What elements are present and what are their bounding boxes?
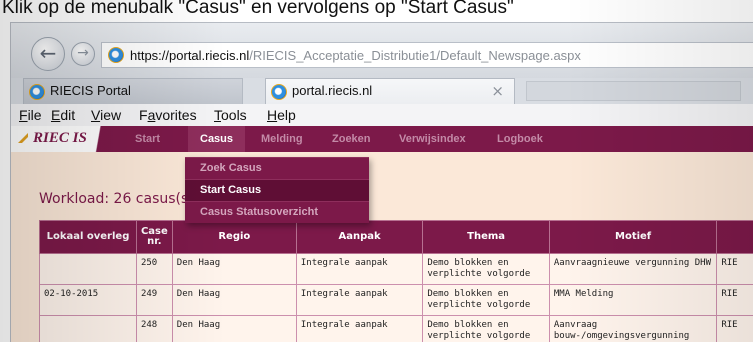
menu-item-start-casus[interactable]: Start Casus	[185, 179, 369, 201]
table-row[interactable]: 248 Den Haag Integrale aanpak Demo blokk…	[39, 315, 753, 342]
logo-text: RIEC IS	[33, 130, 87, 146]
menu-view[interactable]: View	[91, 107, 121, 123]
tab-title: RIECIS Portal	[50, 83, 131, 98]
table-cell: Integrale aanpak	[295, 315, 424, 342]
table-cell	[39, 253, 137, 285]
url-text: https://portal.riecis.nl/RIECIS_Acceptat…	[130, 48, 581, 63]
table-cell: RIE	[716, 315, 753, 342]
table-cell: Den Haag	[171, 284, 297, 316]
table-header-row: Lokaal overleg Case nr. Regio Aanpak The…	[39, 220, 753, 254]
forward-arrow-icon[interactable]: →	[71, 42, 95, 66]
table-cell: Den Haag	[171, 253, 297, 285]
tab-portal-riecis[interactable]: portal.riecis.nl ×	[265, 78, 515, 104]
column-header[interactable]: Thema	[422, 220, 550, 254]
table-cell: Den Haag	[171, 315, 297, 342]
menu-item-zoek-casus[interactable]: Zoek Casus	[185, 157, 369, 179]
app-navigation: RIEC IS Start Casus Melding Zoeken Verwi…	[11, 126, 753, 152]
address-bar[interactable]: https://portal.riecis.nl/RIECIS_Acceptat…	[101, 42, 753, 68]
table-cell: RIE	[716, 253, 753, 285]
tab-title: portal.riecis.nl	[292, 83, 373, 98]
table-cell: 02-10-2015	[39, 284, 137, 316]
table-cell: Demo blokken en verplichte volgorde	[422, 284, 550, 316]
table-cell: Demo blokken en verplichte volgorde	[422, 253, 550, 285]
table-cell: Integrale aanpak	[295, 253, 424, 285]
nav-logboek[interactable]: Logboek	[497, 126, 543, 152]
new-tab-area[interactable]	[526, 81, 741, 101]
case-table: Lokaal overleg Case nr. Regio Aanpak The…	[39, 220, 753, 342]
ie-icon	[29, 84, 45, 100]
back-arrow-icon[interactable]: ←	[31, 37, 65, 71]
table-cell: 250	[135, 253, 173, 285]
address-row: ← → https://portal.riecis.nl/RIECIS_Acce…	[11, 23, 753, 78]
logo-mark-icon	[18, 133, 28, 143]
table-cell: Aanvraagnieuwe vergunning DHW	[548, 253, 718, 285]
column-header[interactable]: Regio	[171, 220, 297, 254]
menu-edit[interactable]: Edit	[51, 107, 75, 123]
ie-icon	[271, 84, 287, 100]
column-header[interactable]	[716, 220, 753, 254]
menu-tools[interactable]: Tools	[214, 107, 247, 123]
menu-item-casus-statusoverzicht[interactable]: Casus Statusoverzicht	[185, 201, 369, 223]
table-cell: 249	[135, 284, 173, 316]
column-header[interactable]: Lokaal overleg	[39, 220, 137, 254]
table-cell: 248	[135, 315, 173, 342]
ie-icon	[108, 47, 124, 63]
page-content: Workload: 26 casus(se Lokaal overleg Cas…	[11, 152, 753, 342]
nav-melding[interactable]: Melding	[261, 126, 303, 152]
menu-file[interactable]: File	[19, 107, 42, 123]
app-logo: RIEC IS	[11, 126, 115, 152]
nav-verwijsindex[interactable]: Verwijsindex	[399, 126, 466, 152]
table-cell: RIE	[716, 284, 753, 316]
menu-help[interactable]: Help	[267, 107, 296, 123]
table-cell: Aanvraag bouw-/omgevingsvergunning	[548, 315, 718, 342]
column-header[interactable]: Motief	[548, 220, 718, 254]
nav-casus[interactable]: Casus	[188, 126, 246, 152]
table-cell: Integrale aanpak	[295, 284, 424, 316]
instruction-caption: Klik op de menubalk "Casus" en vervolgen…	[0, 0, 753, 22]
table-cell	[39, 315, 137, 342]
tab-strip: RIECIS Portal portal.riecis.nl ×	[11, 78, 753, 104]
table-row[interactable]: 250 Den Haag Integrale aanpak Demo blokk…	[39, 253, 753, 285]
workload-text: Workload: 26 casus(se	[39, 191, 197, 207]
casus-dropdown-menu: Zoek Casus Start Casus Casus Statusoverz…	[185, 157, 369, 223]
menu-favorites[interactable]: Favorites	[139, 107, 197, 123]
column-header[interactable]: Aanpak	[295, 220, 424, 254]
table-cell: Demo blokken en verplichte volgorde	[422, 315, 550, 342]
nav-start[interactable]: Start	[135, 126, 160, 152]
close-icon[interactable]: ×	[491, 79, 504, 103]
browser-window: ← → https://portal.riecis.nl/RIECIS_Acce…	[10, 22, 753, 342]
tab-riecis-portal[interactable]: RIECIS Portal	[23, 78, 243, 104]
nav-zoeken[interactable]: Zoeken	[332, 126, 371, 152]
column-header[interactable]: Case nr.	[135, 220, 173, 254]
table-row[interactable]: 02-10-2015 249 Den Haag Integrale aanpak…	[39, 284, 753, 316]
table-cell: MMA Melding	[548, 284, 718, 316]
menu-bar: File Edit View Favorites Tools Help	[11, 104, 753, 127]
